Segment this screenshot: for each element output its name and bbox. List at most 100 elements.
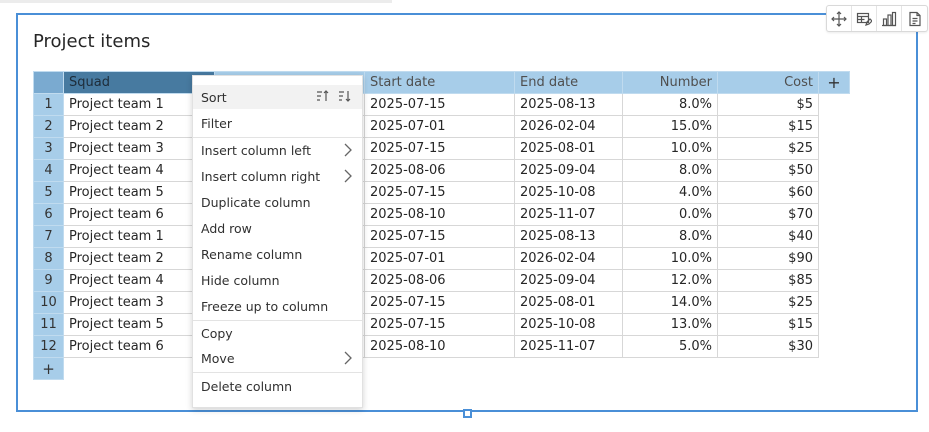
row-number[interactable]: 11 [33,313,64,336]
table-cell[interactable]: 2025-08-13 [514,225,623,248]
column-header-start-date[interactable]: Start date [364,71,515,94]
table-cell[interactable]: 2025-07-15 [364,313,515,336]
resize-handle-bottom[interactable] [463,409,472,418]
table-cell[interactable]: $5 [717,93,819,116]
row-number[interactable]: 4 [33,159,64,182]
table-cell[interactable]: $90 [717,247,819,270]
table-cell[interactable]: $15 [717,115,819,138]
row-number[interactable]: 9 [33,269,64,292]
table-cell[interactable]: 2025-08-10 [364,203,515,226]
menu-item-rename[interactable]: Rename column [193,242,362,266]
table-cell[interactable]: 12.0% [622,269,718,292]
table-row[interactable]: 10 Project team 3 2025-07-15 2025-08-01 14.0… [33,291,850,314]
select-all-corner[interactable] [33,71,64,94]
table-cell[interactable]: 2025-09-04 [514,159,623,182]
table-cell[interactable]: 2025-08-10 [364,335,515,358]
menu-item-insert-left-label: Insert column left [201,142,312,158]
table-cell[interactable]: 2025-10-08 [514,181,623,204]
menu-item-insert-left[interactable]: Insert column left [193,138,362,162]
table-cell[interactable]: $25 [717,137,819,160]
table-row[interactable]: 1 Project team 1 2025-07-15 2025-08-13 8.0% $… [33,93,850,116]
bar-chart-icon[interactable] [877,6,902,31]
menu-item-hide[interactable]: Hide column [193,268,362,292]
table-cell[interactable]: 2025-08-06 [364,159,515,182]
table-cell[interactable]: 5.0% [622,335,718,358]
table-cell[interactable]: $70 [717,203,819,226]
sort-descending-icon[interactable] [338,89,352,103]
table-cell[interactable]: 13.0% [622,313,718,336]
table-edit-icon[interactable] [852,6,877,31]
menu-item-sort[interactable]: Sort [193,85,362,109]
row-number[interactable]: 12 [33,335,64,358]
row-number[interactable]: 7 [33,225,64,248]
table-cell[interactable]: 2025-07-01 [364,247,515,270]
table-cell[interactable]: $15 [717,313,819,336]
table-cell[interactable]: 2025-10-08 [514,313,623,336]
table-cell[interactable]: $40 [717,225,819,248]
table-cell[interactable]: 2025-07-15 [364,137,515,160]
table-cell[interactable]: 10.0% [622,247,718,270]
table-cell[interactable]: 0.0% [622,203,718,226]
row-number[interactable]: 6 [33,203,64,226]
table-cell[interactable]: 14.0% [622,291,718,314]
table-cell[interactable]: $85 [717,269,819,292]
table-cell[interactable]: 8.0% [622,93,718,116]
row-number[interactable]: 10 [33,291,64,314]
row-number[interactable]: 3 [33,137,64,160]
table-row[interactable]: 6 Project team 6 2025-08-10 2025-11-07 0.0% $… [33,203,850,226]
table-cell[interactable]: 2025-07-15 [364,225,515,248]
menu-item-insert-right[interactable]: Insert column right [193,164,362,188]
table-row[interactable]: 8 Project team 2 2025-07-01 2026-02-04 10.0%… [33,247,850,270]
menu-item-filter[interactable]: Filter [193,111,362,135]
table-cell[interactable]: 8.0% [622,225,718,248]
table-cell[interactable]: 2025-08-01 [514,291,623,314]
column-header-number[interactable]: Number [622,71,718,94]
column-header-cost[interactable]: Cost [717,71,819,94]
menu-item-add-row[interactable]: Add row [193,216,362,240]
menu-item-duplicate[interactable]: Duplicate column [193,190,362,214]
column-header-end-date[interactable]: End date [514,71,623,94]
table-cell[interactable]: 2025-08-01 [514,137,623,160]
table-row[interactable]: 5 Project team 5 2025-07-15 2025-10-08 4.0% $… [33,181,850,204]
table-cell[interactable]: 2025-08-06 [364,269,515,292]
table-cell[interactable]: $60 [717,181,819,204]
table-cell[interactable]: 2025-07-01 [364,115,515,138]
row-number[interactable]: 8 [33,247,64,270]
document-icon[interactable] [902,6,927,31]
add-row-button[interactable]: + [33,357,64,380]
table-cell[interactable]: 2025-11-07 [514,335,623,358]
menu-item-delete[interactable]: Delete column [193,374,362,398]
table-row[interactable]: 12 Project team 6 2025-08-10 2025-11-07 5.0%… [33,335,850,358]
table-cell[interactable]: 2025-07-15 [364,93,515,116]
table-cell[interactable]: 15.0% [622,115,718,138]
table-cell[interactable]: $30 [717,335,819,358]
menu-item-copy[interactable]: Copy [193,321,362,345]
table-cell[interactable]: 2026-02-04 [514,247,623,270]
table-row[interactable]: 7 Project team 1 2025-07-15 2025-08-13 8.0% $… [33,225,850,248]
table-cell[interactable]: 2025-08-13 [514,93,623,116]
menu-item-move[interactable]: Move [193,346,362,370]
sort-ascending-icon[interactable] [316,89,330,103]
table-row[interactable]: 11 Project team 5 2025-07-15 2025-10-08 13.0… [33,313,850,336]
table-cell[interactable]: 10.0% [622,137,718,160]
table-cell[interactable]: $50 [717,159,819,182]
row-number[interactable]: 2 [33,115,64,138]
table-cell[interactable]: 2025-07-15 [364,181,515,204]
move-icon[interactable] [827,6,852,31]
menu-item-sort-label: Sort [201,89,227,105]
table-row[interactable]: 9 Project team 4 2025-08-06 2025-09-04 12.0%… [33,269,850,292]
row-number[interactable]: 1 [33,93,64,116]
menu-item-freeze[interactable]: Freeze up to column [193,294,362,318]
table-cell[interactable]: 4.0% [622,181,718,204]
table-cell[interactable]: 2025-11-07 [514,203,623,226]
add-column-button[interactable]: + [818,71,850,94]
table-row[interactable]: 4 Project team 4 2025-08-06 2025-09-04 8.0% $… [33,159,850,182]
table-row[interactable]: 2 Project team 2 2025-07-01 2026-02-04 15.0%… [33,115,850,138]
table-cell[interactable]: $25 [717,291,819,314]
table-cell[interactable]: 8.0% [622,159,718,182]
table-cell[interactable]: 2025-07-15 [364,291,515,314]
table-cell[interactable]: 2026-02-04 [514,115,623,138]
row-number[interactable]: 5 [33,181,64,204]
table-cell[interactable]: 2025-09-04 [514,269,623,292]
table-row[interactable]: 3 Project team 3 2025-07-15 2025-08-01 10.0%… [33,137,850,160]
